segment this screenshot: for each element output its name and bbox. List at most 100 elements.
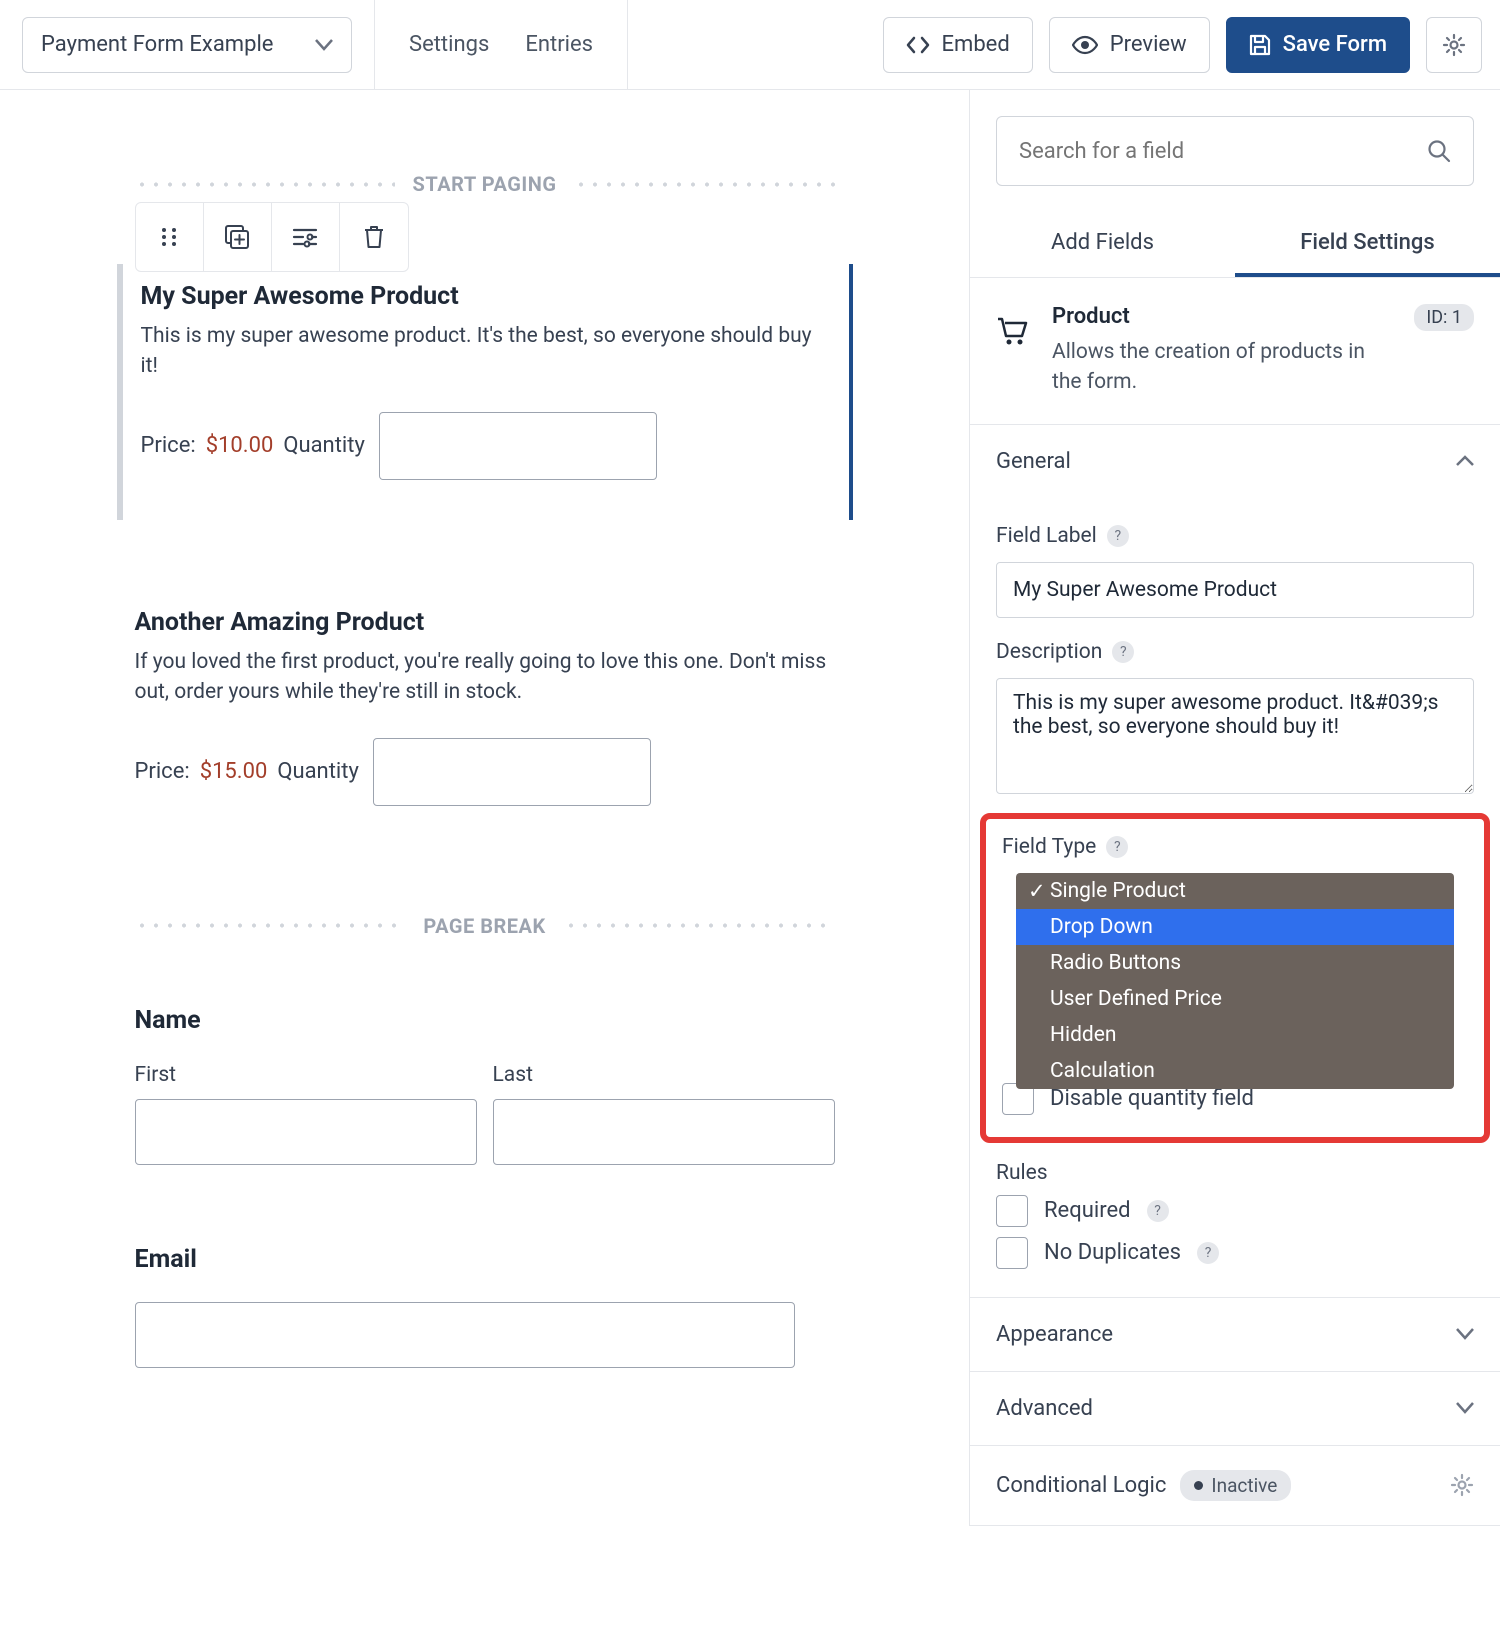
chevron-down-icon xyxy=(315,39,333,51)
field-title: Name xyxy=(135,1006,835,1035)
field-type-description: Allows the creation of products in the f… xyxy=(1052,337,1390,398)
divider-dash xyxy=(564,923,835,928)
option-hidden[interactable]: Hidden xyxy=(1016,1017,1454,1053)
quantity-input[interactable] xyxy=(373,738,651,806)
preview-label: Preview xyxy=(1110,32,1187,57)
tab-add-fields[interactable]: Add Fields xyxy=(970,212,1235,277)
disable-quantity-label: Disable quantity field xyxy=(1050,1086,1254,1111)
search-input[interactable] xyxy=(1019,117,1427,185)
accordion-title: Appearance xyxy=(996,1322,1113,1347)
divider-dash xyxy=(574,182,834,187)
field-title: Email xyxy=(135,1245,835,1274)
field-type-label: Field Type xyxy=(1002,835,1096,859)
tab-field-settings[interactable]: Field Settings xyxy=(1235,212,1500,277)
field-title: My Super Awesome Product xyxy=(141,282,831,311)
drag-handle[interactable] xyxy=(136,203,204,271)
gear-icon xyxy=(1442,33,1466,57)
accordion-title: General xyxy=(996,449,1071,474)
field-id-badge: ID: 1 xyxy=(1414,304,1474,331)
product-field-2[interactable]: Another Amazing Product If you loved the… xyxy=(135,590,835,846)
inactive-badge: Inactive xyxy=(1180,1470,1291,1501)
accordion-general[interactable]: General xyxy=(970,425,1500,498)
code-icon xyxy=(906,35,930,55)
chevron-down-icon xyxy=(1456,1402,1474,1414)
preview-button[interactable]: Preview xyxy=(1049,17,1210,73)
option-calculation[interactable]: Calculation xyxy=(1016,1053,1454,1089)
field-title: Another Amazing Product xyxy=(135,608,835,637)
quantity-label: Quantity xyxy=(283,433,365,458)
option-single-product[interactable]: Single Product xyxy=(1016,873,1454,909)
product-field-1[interactable]: My Super Awesome Product This is my supe… xyxy=(117,264,853,520)
edit-button[interactable] xyxy=(272,203,340,271)
chevron-down-icon xyxy=(1456,1328,1474,1340)
field-sidebar: Add Fields Field Settings Product Allows… xyxy=(970,90,1500,1526)
duplicate-button[interactable] xyxy=(204,203,272,271)
field-label-input[interactable] xyxy=(996,562,1474,618)
field-description: If you loved the first product, you're r… xyxy=(135,647,835,708)
field-label-label: Field Label xyxy=(996,524,1097,548)
last-name-input[interactable] xyxy=(493,1099,835,1165)
start-paging-label: START PAGING xyxy=(413,172,557,196)
divider-dash xyxy=(135,182,395,187)
email-field[interactable]: Email xyxy=(135,1245,835,1368)
first-name-input[interactable] xyxy=(135,1099,477,1165)
field-search[interactable] xyxy=(996,116,1474,186)
required-checkbox[interactable] xyxy=(996,1195,1028,1227)
help-icon[interactable]: ? xyxy=(1107,525,1129,547)
price-label: Price: xyxy=(135,759,190,784)
chevron-up-icon xyxy=(1456,455,1474,467)
nav-entries[interactable]: Entries xyxy=(525,32,593,57)
divider-dash xyxy=(135,923,406,928)
save-label: Save Form xyxy=(1283,32,1387,57)
embed-label: Embed xyxy=(942,32,1010,57)
option-drop-down[interactable]: Drop Down xyxy=(1016,909,1454,945)
email-input[interactable] xyxy=(135,1302,795,1368)
accordion-title: Conditional Logic xyxy=(996,1473,1166,1498)
inactive-badge-label: Inactive xyxy=(1211,1474,1277,1497)
option-user-defined-price[interactable]: User Defined Price xyxy=(1016,981,1454,1017)
save-icon xyxy=(1249,34,1271,56)
no-duplicates-checkbox[interactable] xyxy=(996,1237,1028,1269)
description-label: Description xyxy=(996,640,1102,664)
form-selector[interactable]: Payment Form Example xyxy=(22,17,352,73)
no-duplicates-label: No Duplicates xyxy=(1044,1240,1181,1265)
help-icon[interactable]: ? xyxy=(1147,1200,1169,1222)
field-type-dropdown[interactable]: Single Product Drop Down Radio Buttons U… xyxy=(1016,873,1454,1089)
first-name-label: First xyxy=(135,1063,477,1087)
accordion-title: Advanced xyxy=(996,1396,1093,1421)
cart-icon xyxy=(996,316,1028,346)
quantity-input[interactable] xyxy=(379,412,657,480)
accordion-conditional-logic[interactable]: Conditional Logic Inactive xyxy=(970,1446,1500,1525)
search-icon xyxy=(1427,139,1451,163)
price-value: $15.00 xyxy=(200,759,268,784)
rules-label: Rules xyxy=(996,1161,1474,1185)
delete-button[interactable] xyxy=(340,203,408,271)
accordion-advanced[interactable]: Advanced xyxy=(970,1372,1500,1445)
form-selector-label: Payment Form Example xyxy=(41,32,273,57)
page-break-label: PAGE BREAK xyxy=(423,914,545,938)
field-type-highlight: Field Type ? Single Product Drop Down Ra… xyxy=(980,813,1490,1143)
description-input[interactable] xyxy=(996,678,1474,794)
gear-icon[interactable] xyxy=(1450,1473,1474,1497)
help-icon[interactable]: ? xyxy=(1106,836,1128,858)
field-toolbar xyxy=(135,202,409,272)
help-icon[interactable]: ? xyxy=(1112,641,1134,663)
price-value: $10.00 xyxy=(206,433,274,458)
last-name-label: Last xyxy=(493,1063,835,1087)
required-label: Required xyxy=(1044,1198,1131,1223)
form-canvas: START PAGING xyxy=(0,90,970,1526)
nav-settings[interactable]: Settings xyxy=(409,32,489,57)
option-radio-buttons[interactable]: Radio Buttons xyxy=(1016,945,1454,981)
field-description: This is my super awesome product. It's t… xyxy=(141,321,831,382)
save-button[interactable]: Save Form xyxy=(1226,17,1410,73)
field-type-title: Product xyxy=(1052,304,1390,329)
eye-icon xyxy=(1072,35,1098,55)
embed-button[interactable]: Embed xyxy=(883,17,1033,73)
price-label: Price: xyxy=(141,433,196,458)
accordion-appearance[interactable]: Appearance xyxy=(970,1298,1500,1371)
form-settings-button[interactable] xyxy=(1426,17,1482,73)
quantity-label: Quantity xyxy=(277,759,359,784)
separator xyxy=(627,0,628,90)
name-field[interactable]: Name First Last xyxy=(135,1006,835,1165)
help-icon[interactable]: ? xyxy=(1197,1242,1219,1264)
